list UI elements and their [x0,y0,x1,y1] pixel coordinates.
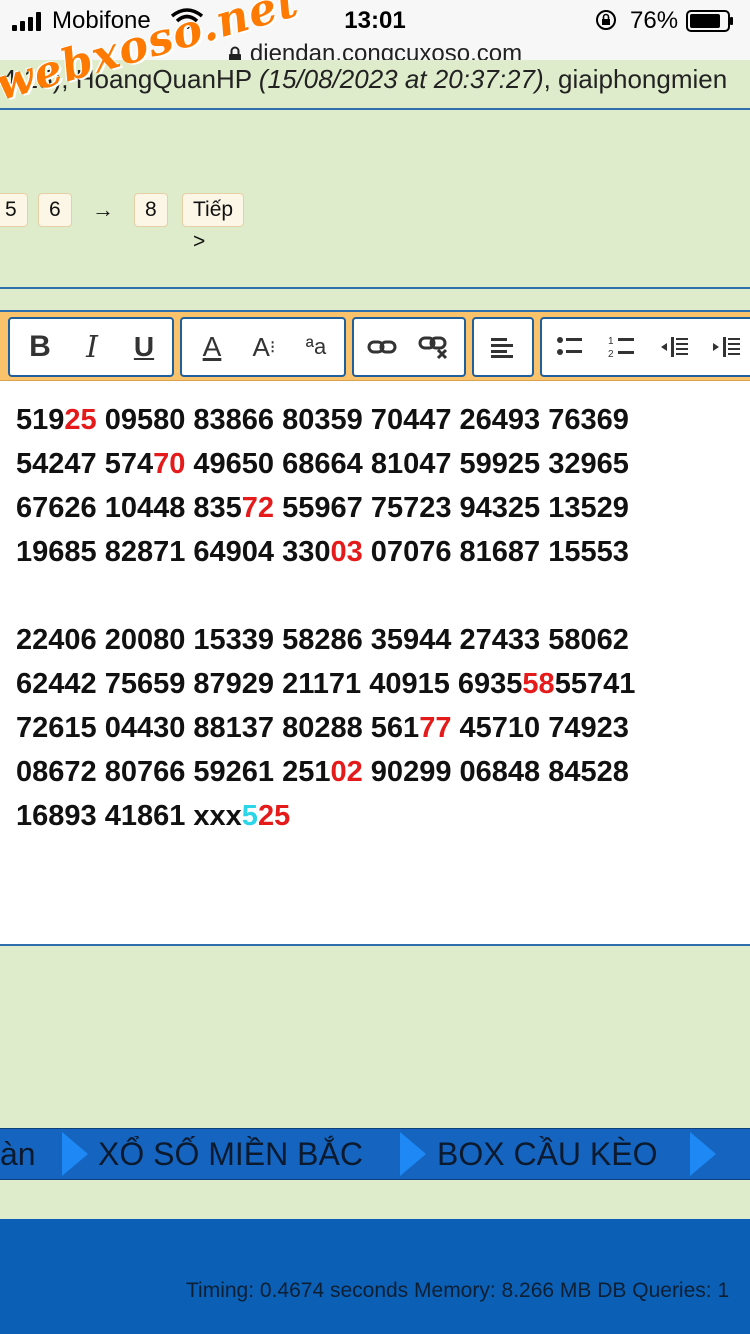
number-line: 51925 09580 83866 80359 70447 26493 7636… [16,398,746,442]
online-user-timestamp: (15/08/2023 at 20:37:27) [258,64,544,94]
footer: Timing: 0.4674 seconds Memory: 8.266 MB … [0,1219,750,1334]
pagination-arrow: → [92,197,114,222]
page-5-button[interactable]: 5 [0,193,28,227]
svg-text:1: 1 [608,336,614,347]
nav-item-partial[interactable]: àn [0,1129,36,1179]
nav-arrow-icon [400,1132,426,1176]
number-line: 08672 80766 59261 25102 90299 06848 8452… [16,750,746,794]
number-line: 54247 57470 49650 68664 81047 59925 3296… [16,442,746,486]
bold-button[interactable]: B [14,319,66,375]
number-text: 08672 80766 59261 251 [16,756,331,788]
font-size-label: A [252,331,270,362]
italic-label: I [86,329,98,365]
reply-editor[interactable]: B I U A A ⁝ ªa 1 2 51925 09580 83866 803… [0,310,750,946]
timing-info: Timing: 0.4674 seconds Memory: 8.266 MB … [186,1279,730,1302]
editor-content[interactable]: 51925 09580 83866 80359 70447 26493 7636… [16,398,746,838]
format-group: B I U [8,317,174,377]
number-text: 22406 20080 15339 58286 35944 27433 5806… [16,624,629,656]
list-group: 1 2 [540,317,750,377]
page-6-button[interactable]: 6 [38,193,72,227]
highlighted-digits: 03 [330,536,363,568]
underline-button[interactable]: U [118,319,170,375]
next-page-button[interactable]: Tiếp > [182,193,245,253]
divider [0,287,750,289]
svg-text:2: 2 [608,349,614,360]
nav-item-xo-so-mien-bac[interactable]: XỔ SỐ MIỀN BẮC [98,1129,363,1179]
number-text: 45710 74923 [451,712,629,744]
battery-icon [686,10,733,32]
link-group [352,317,466,377]
unlink-icon [418,336,448,360]
bullet-list-button[interactable] [544,319,596,375]
page-8-button[interactable]: 8 [134,193,168,227]
outdent-button[interactable] [648,319,700,375]
font-size-sub: ⁝ [269,336,276,357]
number-line: 62442 75659 87929 21171 40915 6935585574… [16,662,746,706]
rotation-lock-icon [596,10,616,30]
bold-label: B [29,330,51,363]
number-line: 16893 41861 xxx525 [16,794,746,838]
font-color-button[interactable]: A [186,319,238,375]
numbered-list-button[interactable]: 1 2 [596,319,648,375]
highlighted-digits: 25 [64,404,97,436]
highlighted-digits: 25 [257,800,291,832]
font-face-label: ªa [305,334,327,359]
number-text: 72615 04430 88137 80288 561 [16,712,420,744]
category-nav-bar: àn XỔ SỐ MIỀN BẮC BOX CẦU KÈO [0,1128,750,1180]
remove-link-button[interactable] [408,319,460,375]
align-group [472,317,534,377]
highlighted-digits: 02 [330,756,363,788]
font-size-button[interactable]: A ⁝ [238,319,290,375]
number-text: 19685 82871 64904 330 [16,536,331,568]
highlighted-digits: 5 [241,800,258,832]
number-line: 67626 10448 83572 55967 75723 94325 1352… [16,486,746,530]
link-icon [367,340,397,354]
number-line: 19685 82871 64904 33003 07076 81687 1555… [16,530,746,574]
font-group: A A ⁝ ªa [180,317,346,377]
battery-percent: 76% [630,7,679,34]
online-suffix: , giaiphongmien [543,64,728,94]
number-text: 16893 41861 xxx [16,800,242,832]
font-color-label: A [202,331,222,362]
italic-button[interactable]: I [66,319,118,375]
underline-label: U [133,331,155,362]
number-block-2: 22406 20080 15339 58286 35944 27433 5806… [16,618,746,838]
font-face-button[interactable]: ªa [290,319,342,375]
highlighted-digits: 70 [153,448,186,480]
number-block-1: 51925 09580 83866 80359 70447 26493 7636… [16,398,746,574]
number-text: 62442 75659 87929 21171 40915 6935 [16,668,523,700]
bullet-list-icon [557,337,582,355]
number-line: 72615 04430 88137 80288 56177 45710 7492… [16,706,746,750]
number-text: 09580 83866 80359 70447 26493 76369 [96,404,629,436]
highlighted-digits: 77 [419,712,452,744]
numbered-list-icon: 1 2 [608,336,634,360]
number-text: 90299 06848 84528 [362,756,629,788]
insert-link-button[interactable] [356,319,408,375]
nav-arrow-icon [62,1132,88,1176]
number-text: 55741 [554,668,636,700]
number-text: 55967 75723 94325 13529 [274,492,629,524]
number-text: 07076 81687 15553 [362,536,629,568]
outdent-icon [661,337,688,357]
align-left-icon [491,338,513,358]
highlighted-digits: 72 [241,492,275,524]
nav-arrow-icon [690,1132,716,1176]
number-text: 49650 68664 81047 59925 32965 [185,448,629,480]
nav-item-box-cau-keo[interactable]: BOX CẦU KÈO [437,1129,658,1179]
highlighted-digits: 58 [522,668,555,700]
number-text: 54247 574 [16,448,154,480]
editor-toolbar: B I U A A ⁝ ªa 1 2 [0,312,750,381]
number-line: 22406 20080 15339 58286 35944 27433 5806… [16,618,746,662]
number-text: 519 [16,404,65,436]
indent-button[interactable] [700,319,750,375]
align-left-button[interactable] [476,319,528,375]
indent-icon [713,337,740,357]
number-text: 67626 10448 835 [16,492,242,524]
